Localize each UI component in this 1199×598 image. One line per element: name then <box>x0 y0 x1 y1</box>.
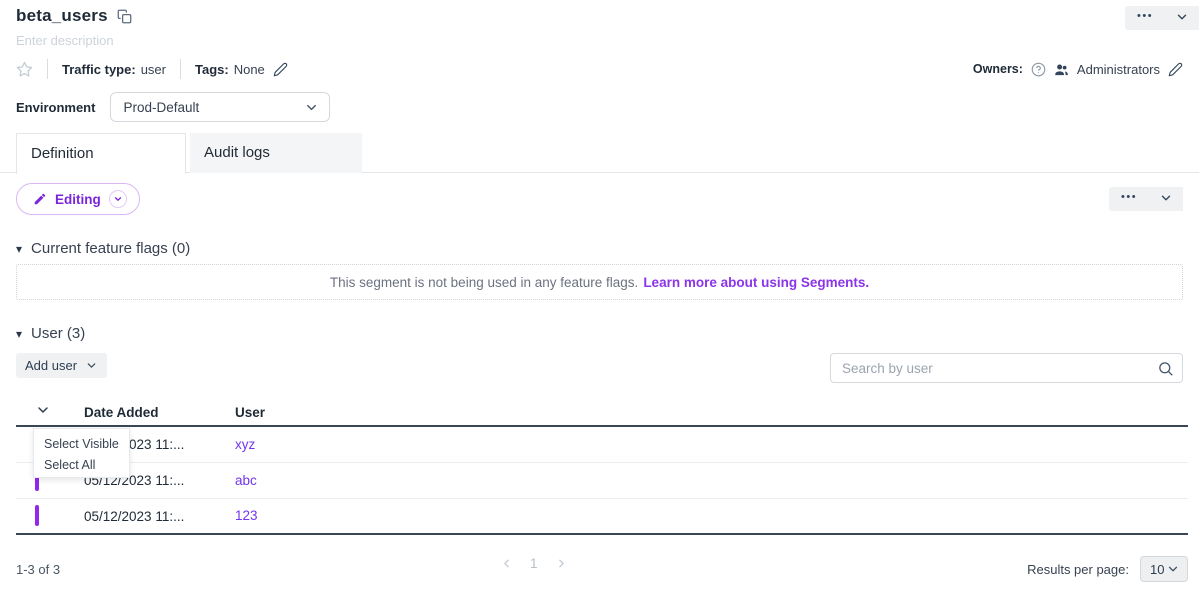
add-user-label: Add user <box>25 358 77 373</box>
chevron-down-icon <box>85 359 98 372</box>
add-user-button[interactable]: Add user <box>16 353 107 378</box>
segment-detail-page: ••• beta_users Enter description Traffic… <box>0 0 1199 598</box>
traffic-type-value: user <box>141 62 166 77</box>
results-range: 1-3 of 3 <box>16 562 60 577</box>
traffic-type-label: Traffic type: <box>62 62 136 77</box>
pencil-icon <box>273 62 288 77</box>
environment-select[interactable]: Prod-Default <box>110 92 330 122</box>
users-table: Date Added User Select Visible Select Al… <box>16 399 1188 535</box>
owners-help-button[interactable] <box>1031 62 1046 77</box>
description-field[interactable]: Enter description <box>16 33 1183 48</box>
user-link[interactable]: abc <box>235 473 257 488</box>
feature-flags-section-title: Current feature flags (0) <box>31 240 190 257</box>
copy-icon <box>117 9 132 24</box>
table-header-row: Date Added User <box>16 399 1188 427</box>
environment-label: Environment <box>16 100 95 115</box>
results-per-page-value: 10 <box>1150 562 1164 577</box>
table-row: 05/12/2023 11:... 123 <box>16 499 1188 535</box>
chevron-down-icon <box>1175 10 1189 27</box>
collapse-triangle-icon[interactable]: ▾ <box>16 242 22 256</box>
user-link[interactable]: xyz <box>235 437 255 452</box>
editing-row: Editing ••• <box>16 183 1183 217</box>
users-icon <box>1054 62 1069 77</box>
next-page-icon[interactable] <box>555 557 568 570</box>
environment-row: Environment Prod-Default <box>16 92 1183 122</box>
search-container <box>830 353 1183 383</box>
tab-audit-logs[interactable]: Audit logs <box>190 133 362 173</box>
edit-tags-button[interactable] <box>273 62 288 77</box>
edit-owners-button[interactable] <box>1168 62 1183 77</box>
pagination: 1 <box>500 556 568 571</box>
ellipsis-icon: ••• <box>1137 11 1153 26</box>
meta-row: Traffic type: user Tags: None Owners: Ad… <box>16 59 1183 79</box>
feature-flags-section-header: ▾ Current feature flags (0) <box>16 240 1183 257</box>
definition-more-actions-button[interactable]: ••• <box>1109 187 1183 211</box>
chevron-down-icon <box>109 190 127 208</box>
ellipsis-icon: ••• <box>1121 192 1137 207</box>
menu-item-select-all[interactable]: Select All <box>34 453 129 477</box>
divider <box>47 59 48 79</box>
tags-label: Tags: <box>195 62 229 77</box>
menu-item-select-visible[interactable]: Select Visible <box>34 429 129 453</box>
chevron-down-icon <box>1159 191 1173 208</box>
owners-label: Owners: <box>973 62 1023 76</box>
column-header-date-added: Date Added <box>84 405 235 420</box>
results-per-page-group: Results per page: 10 <box>1027 556 1188 582</box>
select-menu-trigger[interactable] <box>35 402 51 418</box>
results-per-page-label: Results per page: <box>1027 562 1129 577</box>
user-controls-row: Add user <box>16 353 1183 383</box>
search-input[interactable] <box>830 353 1183 383</box>
select-dropdown-menu: Select Visible Select All <box>33 428 130 478</box>
search-icon[interactable] <box>1157 360 1174 382</box>
title-row: beta_users <box>0 0 1199 26</box>
results-per-page-select[interactable]: 10 <box>1140 556 1188 582</box>
tab-definition[interactable]: Definition <box>16 133 186 174</box>
divider <box>180 59 181 79</box>
empty-state-message: This segment is not being used in any fe… <box>330 275 638 290</box>
favorite-star-button[interactable] <box>16 61 33 78</box>
environment-value: Prod-Default <box>123 100 199 115</box>
tags-value: None <box>234 62 265 77</box>
chevron-down-icon <box>1166 562 1180 576</box>
user-link[interactable]: 123 <box>235 508 258 523</box>
star-icon <box>16 61 33 78</box>
page-number[interactable]: 1 <box>530 556 538 571</box>
owners-value: Administrators <box>1077 62 1160 77</box>
tab-bar: Definition Audit logs <box>0 133 1199 173</box>
cell-date-added: 05/12/2023 11:... <box>84 509 235 524</box>
row-checkbox[interactable] <box>35 505 39 526</box>
editing-label: Editing <box>55 192 101 207</box>
user-section-title: User (3) <box>31 325 85 342</box>
table-row: 05/12/2023 11:... abc <box>16 463 1188 499</box>
owners-group: Owners: Administrators <box>973 62 1183 77</box>
help-circle-icon <box>1031 62 1046 77</box>
segment-more-actions-button[interactable]: ••• <box>1125 6 1199 30</box>
learn-more-link[interactable]: Learn more about using Segments. <box>643 275 869 290</box>
editing-mode-button[interactable]: Editing <box>16 183 140 215</box>
column-header-user: User <box>235 405 1188 420</box>
prev-page-icon[interactable] <box>500 557 513 570</box>
chevron-down-icon <box>35 402 51 418</box>
pencil-filled-icon <box>33 192 47 206</box>
page-title: beta_users <box>16 6 108 26</box>
collapse-triangle-icon[interactable]: ▾ <box>16 327 22 341</box>
pencil-icon <box>1168 62 1183 77</box>
feature-flags-empty-state: This segment is not being used in any fe… <box>16 264 1183 300</box>
copy-name-button[interactable] <box>117 9 132 24</box>
table-row: 05/12/2023 11:... xyz <box>16 427 1188 463</box>
user-section-header: ▾ User (3) <box>16 325 1183 342</box>
chevron-down-icon <box>304 100 319 115</box>
table-footer: 1-3 of 3 1 Results per page: 10 <box>16 554 1188 584</box>
